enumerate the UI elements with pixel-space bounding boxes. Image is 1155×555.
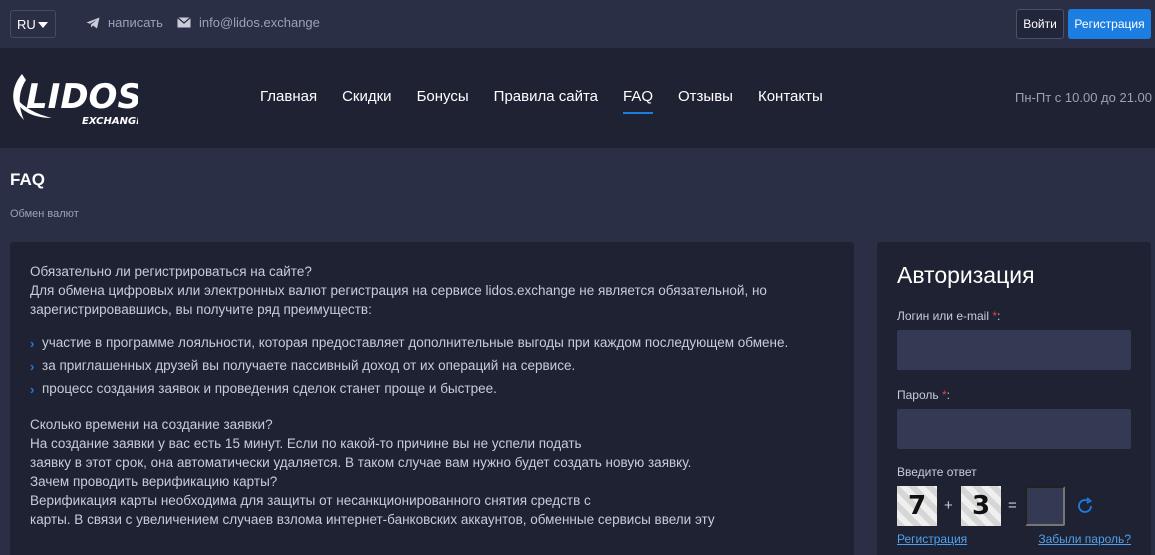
refresh-icon[interactable]	[1075, 496, 1095, 516]
captcha-image-a: 7	[897, 486, 937, 526]
language-select[interactable]: RU	[10, 10, 56, 38]
main-nav: Главная Скидки Бонусы Правила сайта FAQ …	[260, 88, 848, 114]
nav-item-faq[interactable]: FAQ	[623, 88, 654, 114]
faq-answer-line: заявку в этот срок, она автоматически уд…	[30, 455, 692, 470]
working-hours: Пн-Пт с 10.00 до 21.00	[1015, 90, 1152, 105]
benefit-text: участие в программе лояльности, которая …	[42, 335, 789, 350]
benefit-text: за приглашенных друзей вы получаете пасс…	[42, 358, 576, 373]
login-button[interactable]: Войти	[1016, 9, 1064, 39]
faq-answer-line: карты. В связи с увеличением случаев взл…	[30, 512, 715, 527]
faq-answer-line: Верификация карты необходима для защиты …	[30, 493, 591, 508]
svg-text:LIDOS: LIDOS	[26, 77, 138, 117]
nav-item-discounts[interactable]: Скидки	[342, 88, 391, 105]
logo-mark: LIDOS EXCHANGE	[13, 74, 143, 127]
captcha-image-b: 3	[961, 486, 1001, 526]
faq-answer-line: зарегистрировавшись, вы получите ряд пре…	[30, 302, 372, 317]
captcha-label: Введите ответ	[897, 465, 977, 479]
nav-item-bonuses[interactable]: Бонусы	[417, 88, 469, 105]
language-value: RU	[17, 16, 36, 32]
page-title: FAQ	[10, 170, 45, 189]
lidos-logo[interactable]: LIDOS EXCHANGE	[8, 66, 143, 130]
caret-down-icon	[38, 22, 48, 28]
faq-answer-line: Для обмена цифровых или электронных валю…	[30, 283, 767, 298]
breadcrumb[interactable]: Обмен валют	[10, 208, 79, 220]
list-item: › участие в программе лояльности, которая…	[30, 333, 834, 352]
envelope-icon	[177, 17, 191, 28]
telegram-contact-link[interactable]: написать	[86, 15, 163, 30]
svg-text:EXCHANGE: EXCHANGE	[82, 116, 138, 127]
auth-links: Регистрация Забыли пароль?	[897, 532, 1131, 546]
faq-question: Зачем проводить верификацию карты?	[30, 474, 278, 489]
password-input[interactable]	[897, 409, 1131, 449]
forgot-password-link[interactable]: Забыли пароль?	[1038, 532, 1131, 546]
nav-item-reviews[interactable]: Отзывы	[678, 88, 733, 105]
captcha-equals: =	[1008, 497, 1017, 514]
list-item: › за приглашенных друзей вы получаете пас…	[30, 356, 834, 375]
faq-question: Сколько времени на создание заявки?	[30, 417, 273, 432]
email-contact-link[interactable]: info@lidos.exchange	[177, 15, 320, 30]
list-item: › процесс создания заявок и проведения сд…	[30, 379, 834, 398]
auth-title: Авторизация	[897, 262, 1035, 288]
login-field-label: Логин или e-mail *:	[897, 309, 1001, 323]
auth-panel: Авторизация Логин или e-mail *: Пароль *…	[877, 242, 1151, 555]
register-button[interactable]: Регистрация	[1068, 9, 1151, 39]
telegram-label: написать	[108, 15, 163, 30]
nav-item-home[interactable]: Главная	[260, 88, 317, 105]
login-input[interactable]	[897, 330, 1131, 370]
faq-question: Обязательно ли регистрироваться на сайте…	[30, 264, 312, 279]
benefits-list: › участие в программе лояльности, которая…	[30, 333, 834, 398]
chevron-right-icon: ›	[30, 336, 35, 351]
captcha: 7 + 3 =	[897, 486, 1131, 526]
captcha-plus: +	[944, 497, 953, 514]
telegram-icon	[86, 17, 100, 28]
password-field-label: Пароль *:	[897, 388, 950, 402]
register-link[interactable]: Регистрация	[897, 532, 967, 546]
faq-answer-line: На создание заявки у вас есть 15 минут. …	[30, 436, 582, 451]
email-label: info@lidos.exchange	[199, 15, 320, 30]
chevron-right-icon: ›	[30, 382, 35, 397]
nav-item-contacts[interactable]: Контакты	[758, 88, 823, 105]
captcha-answer-input[interactable]	[1025, 486, 1065, 526]
nav-item-rules[interactable]: Правила сайта	[494, 88, 598, 105]
site-header: LIDOS EXCHANGE Главная Скидки Бонусы Пра…	[0, 48, 1155, 148]
benefit-text: процесс создания заявок и проведения сде…	[42, 381, 497, 396]
top-bar: RU написать info@lidos.exchange Войти Ре…	[0, 0, 1155, 48]
chevron-right-icon: ›	[30, 359, 35, 374]
faq-content: Обязательно ли регистрироваться на сайте…	[10, 242, 854, 555]
